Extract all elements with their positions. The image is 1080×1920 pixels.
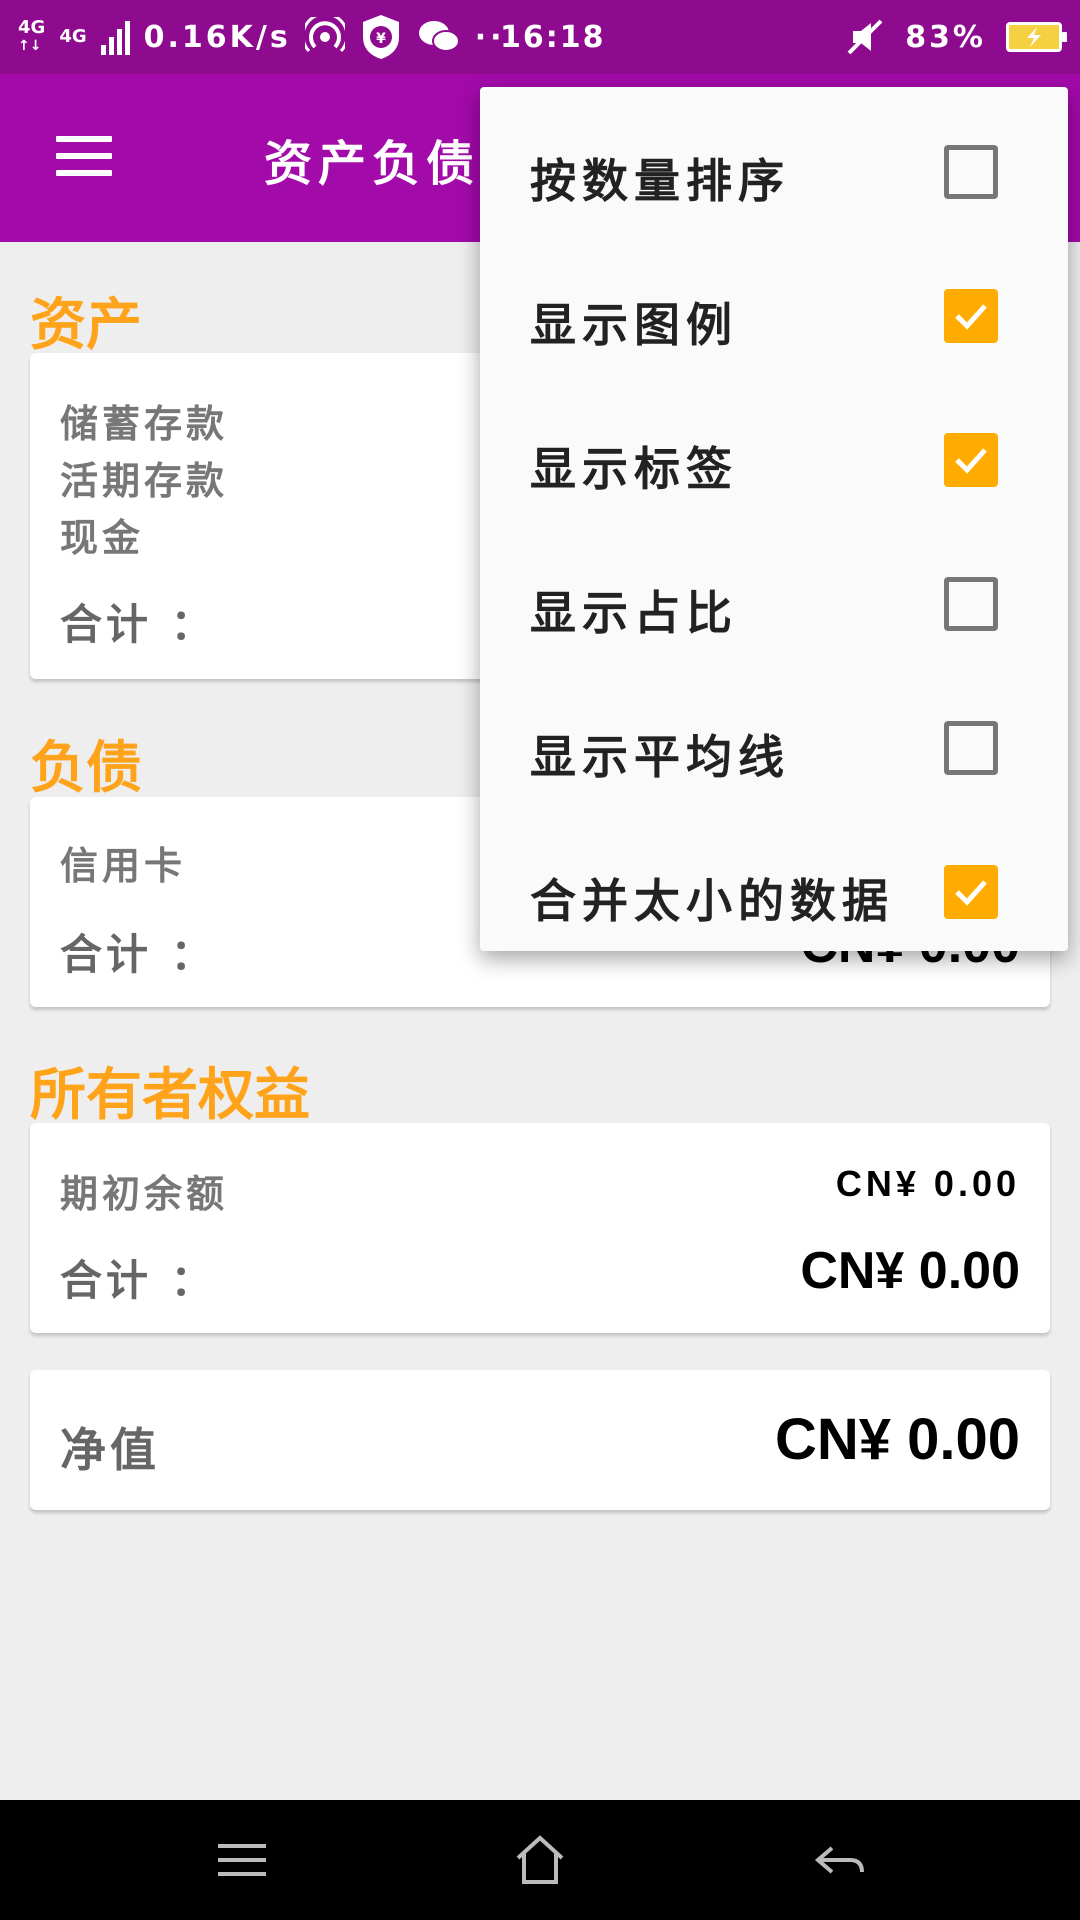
list-item: 活期存款 xyxy=(60,459,229,503)
mute-icon xyxy=(847,19,883,55)
menu-item-sort-by-quantity[interactable]: 按数量排序 xyxy=(480,101,1068,245)
battery-icon xyxy=(1006,22,1067,52)
checkbox[interactable] xyxy=(944,865,998,919)
menu-nav-icon[interactable] xyxy=(212,1830,272,1890)
navigation-bar xyxy=(0,1800,1080,1920)
equity-total-value: CN¥ 0.00 xyxy=(800,1242,1020,1300)
chart-options-menu: 按数量排序 显示图例 显示标签 显示占比 显示平均线 合并太小的数据 xyxy=(480,87,1068,951)
hotspot-icon xyxy=(304,17,345,53)
check-icon xyxy=(955,880,987,906)
menu-item-label: 显示占比 xyxy=(530,586,738,640)
battery-percent: 83% xyxy=(905,19,986,55)
checkbox[interactable] xyxy=(944,145,998,199)
list-item: 信用卡 xyxy=(60,844,187,888)
menu-item-label: 显示标签 xyxy=(530,442,738,496)
check-icon xyxy=(955,448,987,474)
list-item: 储蓄存款 xyxy=(60,402,229,446)
network-indicator: 4G ↑↓ xyxy=(18,17,46,55)
section-title-equity: 所有者权益 xyxy=(30,1063,310,1128)
clock: 16:18 xyxy=(500,19,606,55)
status-bar: 4G ↑↓ 4G 0.16K/s ¥ ··· 16:18 83% xyxy=(0,0,1080,74)
menu-item-label: 显示图例 xyxy=(530,298,738,352)
net-worth-card: 净值 CN¥ 0.00 xyxy=(30,1370,1050,1510)
menu-item-show-percentage[interactable]: 显示占比 xyxy=(480,533,1068,677)
net-worth-value: CN¥ 0.00 xyxy=(774,1407,1020,1472)
equity-card: 期初余额 CN¥ 0.00 合计 ： CN¥ 0.00 xyxy=(30,1123,1050,1333)
shield-yen-icon: ¥ xyxy=(362,15,399,59)
menu-item-merge-small-data[interactable]: 合并太小的数据 xyxy=(480,821,1068,965)
checkbox[interactable] xyxy=(944,721,998,775)
checkbox[interactable] xyxy=(944,433,998,487)
equity-total-label: 合计 ： xyxy=(60,1256,217,1305)
checkbox[interactable] xyxy=(944,577,998,631)
menu-item-show-legend[interactable]: 显示图例 xyxy=(480,245,1068,389)
wechat-icon xyxy=(418,21,460,52)
checkbox[interactable] xyxy=(944,289,998,343)
menu-item-label: 按数量排序 xyxy=(530,154,790,208)
home-icon[interactable] xyxy=(510,1830,570,1890)
net-worth-label: 净值 xyxy=(60,1423,160,1477)
network-type-b: 4G xyxy=(59,26,87,47)
list-item: 现金 xyxy=(60,516,145,560)
opening-balance-value: CN¥ 0.00 xyxy=(835,1163,1020,1204)
signal-icon xyxy=(100,19,130,55)
svg-text:¥: ¥ xyxy=(376,31,386,47)
menu-item-show-average-line[interactable]: 显示平均线 xyxy=(480,677,1068,821)
section-title-assets: 资产 xyxy=(30,293,142,358)
assets-total-label: 合计 ： xyxy=(60,600,217,649)
menu-item-label: 显示平均线 xyxy=(530,730,790,784)
back-icon[interactable] xyxy=(810,1830,870,1890)
list-item: 期初余额 xyxy=(60,1172,229,1216)
section-title-liabilities: 负债 xyxy=(30,736,142,801)
liabilities-total-label: 合计 ： xyxy=(60,930,217,979)
check-icon xyxy=(955,304,987,330)
menu-item-label: 合并太小的数据 xyxy=(530,874,894,928)
menu-icon[interactable] xyxy=(56,136,112,176)
network-speed: 0.16K/s xyxy=(143,19,291,55)
menu-item-show-labels[interactable]: 显示标签 xyxy=(480,389,1068,533)
network-type-a: 4G xyxy=(18,17,46,38)
page-title: 资产负债 xyxy=(264,136,481,192)
network-indicator-2: 4G xyxy=(59,28,86,46)
